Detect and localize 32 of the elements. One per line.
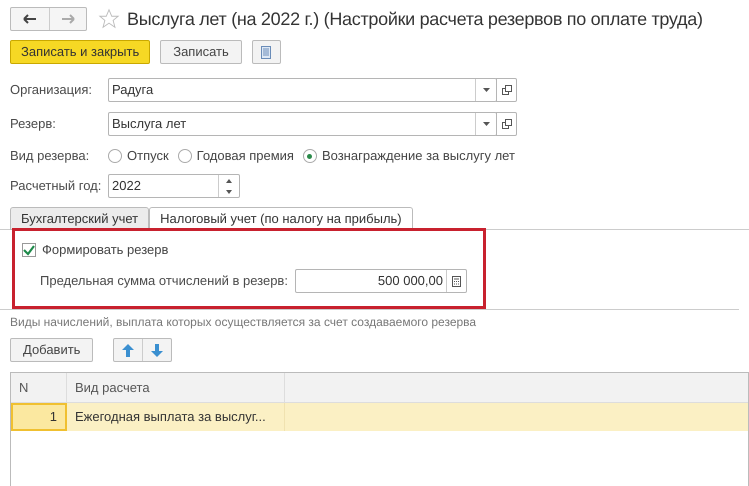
checkbox-label: Формировать резерв bbox=[42, 241, 168, 260]
select-field[interactable]: Выслуга лет bbox=[108, 112, 497, 136]
field-label: Предельная сумма отчислений в резерв: bbox=[40, 272, 289, 290]
column-header[interactable]: Вид расчета bbox=[67, 373, 285, 402]
save-button[interactable]: Записать bbox=[160, 40, 242, 64]
field-label: Вид резерва: bbox=[10, 147, 90, 166]
radio-icon[interactable] bbox=[178, 149, 192, 163]
checkbox[interactable] bbox=[22, 243, 36, 257]
field-label: Организация: bbox=[10, 81, 94, 100]
document-icon[interactable] bbox=[252, 40, 281, 64]
open-icon[interactable] bbox=[496, 112, 517, 136]
save-close-button[interactable]: Записать и закрыть bbox=[10, 40, 150, 64]
field-label: Расчетный год: bbox=[10, 177, 102, 196]
year-field[interactable]: 2022 bbox=[108, 174, 240, 198]
radio-option[interactable]: Отпуск bbox=[108, 146, 169, 166]
radio-option[interactable]: Вознаграждение за выслугу лет bbox=[302, 146, 515, 166]
amount-field[interactable]: 500 000,00 bbox=[295, 269, 467, 293]
open-icon[interactable] bbox=[496, 78, 517, 102]
table-cell: 1 bbox=[11, 403, 67, 431]
radio-option[interactable]: Годовая премия bbox=[178, 146, 294, 166]
star-icon[interactable] bbox=[98, 8, 120, 30]
radio-icon[interactable] bbox=[108, 149, 122, 163]
table-cell: Ежегодная выплата за выслуг... bbox=[67, 403, 285, 431]
table-row[interactable]: 1 Ежегодная выплата за выслуг... bbox=[11, 403, 748, 431]
add-button[interactable]: Добавить bbox=[10, 338, 94, 362]
field-label: Резерв: bbox=[10, 115, 57, 134]
radio-icon[interactable] bbox=[302, 149, 317, 163]
window-title: Выслуга лет (на 2022 г.) (Настройки расчета резервов по оплате труда) bbox=[127, 8, 703, 31]
section-caption: Виды начислений, выплата которых осуществляется за счет создаваемого резерва bbox=[10, 314, 478, 331]
tab[interactable]: Бухгалтерский учет bbox=[10, 207, 150, 230]
column-header[interactable]: N bbox=[11, 373, 67, 402]
select-field[interactable]: Радуга bbox=[108, 78, 497, 102]
